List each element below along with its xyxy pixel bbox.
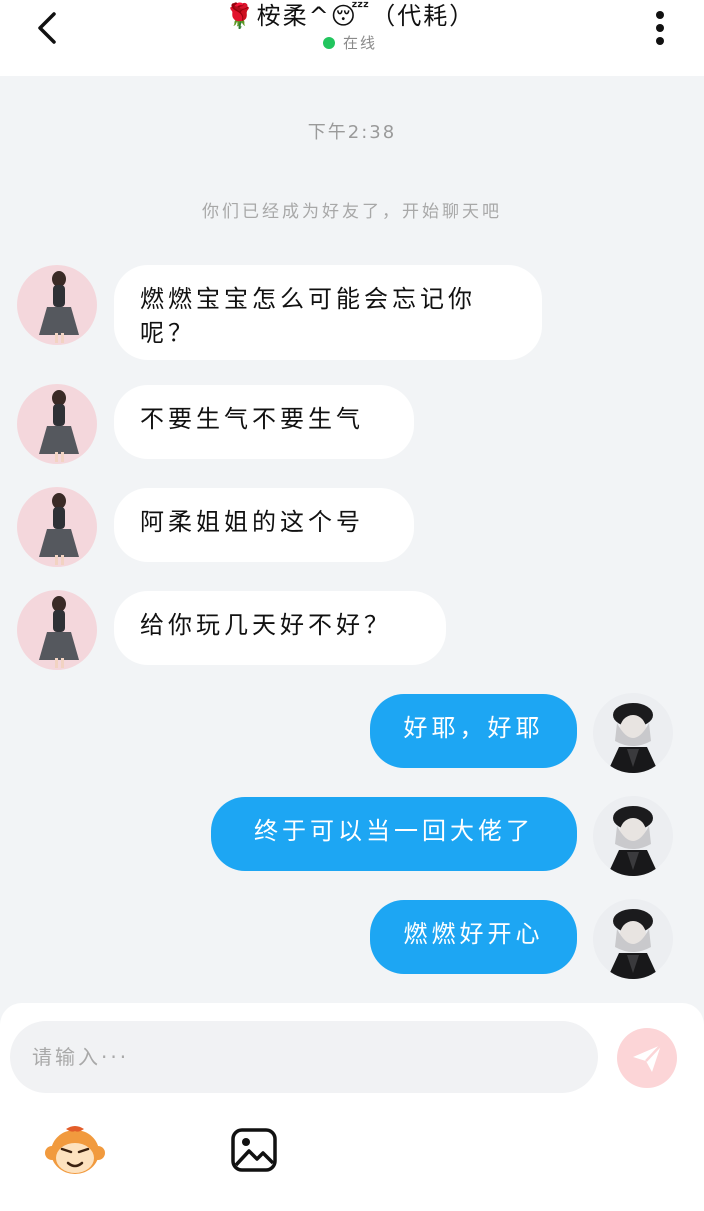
send-button[interactable]	[617, 1028, 677, 1088]
more-options-button[interactable]	[640, 8, 680, 48]
emoji-monkey-icon	[45, 1126, 105, 1174]
incoming-message-bubble[interactable]: 燃燃宝宝怎么可能会忘记你呢？	[114, 265, 542, 360]
outgoing-message-bubble[interactable]: 燃燃好开心	[370, 900, 577, 974]
message-text: 不要生气不要生气	[140, 405, 364, 433]
outgoing-message-bubble[interactable]: 好耶，好耶	[370, 694, 577, 768]
contact-info[interactable]: 🌹桉柔^😴（代耗） 在线	[150, 0, 550, 53]
girl-avatar-icon	[17, 265, 97, 345]
message-text: 给你玩几天好不好？	[140, 611, 392, 639]
message-text: 终于可以当一回大佬了	[254, 817, 534, 845]
incoming-message-bubble[interactable]: 不要生气不要生气	[114, 385, 414, 459]
message-text: 燃燃好开心	[403, 920, 544, 948]
girl-avatar-icon	[17, 384, 97, 464]
more-vertical-icon	[656, 11, 664, 45]
contact-avatar[interactable]	[17, 590, 97, 670]
contact-avatar[interactable]	[17, 384, 97, 464]
anime-boy-avatar-icon	[593, 693, 673, 773]
message-text: 好耶，好耶	[403, 714, 544, 742]
image-button[interactable]	[230, 1127, 280, 1175]
girl-avatar-icon	[17, 590, 97, 670]
incoming-message-bubble[interactable]: 给你玩几天好不好？	[114, 591, 446, 665]
incoming-message-bubble[interactable]: 阿柔姐姐的这个号	[114, 488, 414, 562]
message-input[interactable]	[10, 1021, 598, 1093]
online-dot-icon	[322, 36, 335, 49]
system-notice: 你们已经成为好友了，开始聊天吧	[202, 202, 502, 222]
online-status: 在线	[150, 32, 550, 53]
anime-boy-avatar-icon	[593, 899, 673, 979]
anime-boy-avatar-icon	[593, 796, 673, 876]
my-avatar[interactable]	[593, 796, 673, 876]
contact-avatar[interactable]	[17, 265, 97, 345]
my-avatar[interactable]	[593, 693, 673, 773]
status-text: 在线	[342, 34, 377, 52]
outgoing-message-bubble[interactable]: 终于可以当一回大佬了	[211, 797, 577, 871]
message-composer	[0, 1003, 704, 1211]
paper-plane-icon	[633, 1044, 662, 1072]
message-text: 阿柔姐姐的这个号	[140, 508, 364, 536]
back-button[interactable]	[28, 8, 68, 48]
contact-name: 🌹桉柔^😴（代耗）	[224, 2, 476, 30]
my-avatar[interactable]	[593, 899, 673, 979]
contact-avatar[interactable]	[17, 487, 97, 567]
message-timestamp: 下午2:38	[307, 122, 397, 143]
chevron-left-icon	[38, 12, 56, 44]
emoji-button[interactable]	[44, 1125, 106, 1177]
girl-avatar-icon	[17, 487, 97, 567]
image-icon	[231, 1128, 277, 1172]
chat-header: 🌹桉柔^😴（代耗） 在线	[0, 0, 704, 76]
message-text: 燃燃宝宝怎么可能会忘记你呢？	[140, 285, 476, 347]
